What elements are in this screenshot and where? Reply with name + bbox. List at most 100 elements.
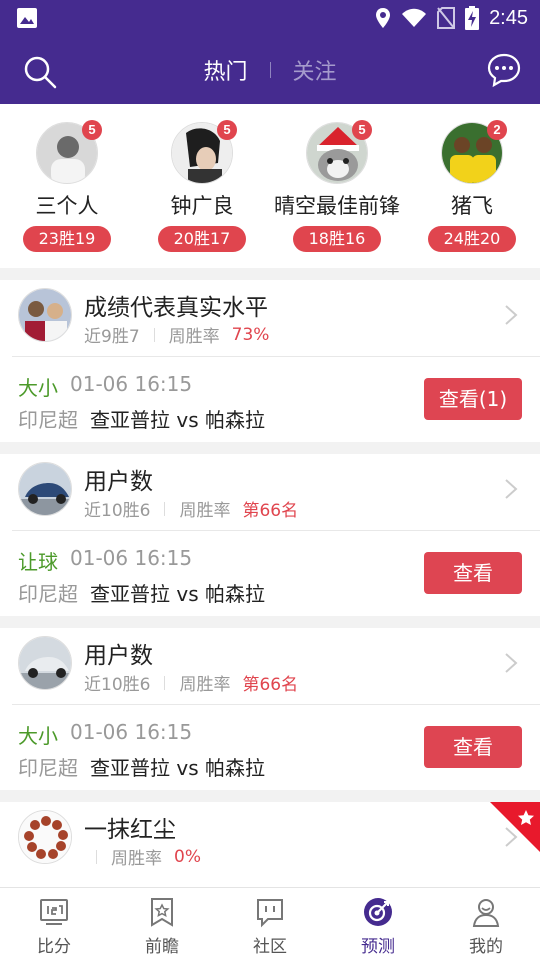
rate-value: 0%: [174, 846, 201, 867]
expert-name: 晴空最佳前锋: [274, 194, 400, 218]
expert-row[interactable]: 用户数 近10胜6 周胜率 第66名: [0, 454, 540, 530]
nav-label: 预测: [361, 937, 395, 957]
no-sim-icon: [437, 7, 456, 29]
message-icon[interactable]: [486, 52, 522, 88]
expert-name: 钟广良: [170, 194, 234, 218]
expert-name: 成绩代表真实水平: [84, 295, 268, 321]
match-teams: 查亚普拉 vs 帕森拉: [90, 408, 265, 432]
nav-item-predict[interactable]: 预测: [324, 888, 432, 960]
tab-follow[interactable]: 关注: [271, 54, 359, 86]
battery-charging-icon: [465, 6, 480, 30]
view-button[interactable]: 查看(1): [424, 378, 522, 420]
match-teams: 查亚普拉 vs 帕森拉: [90, 582, 265, 606]
expert-name: 一抹红尘: [84, 817, 176, 843]
nav-label: 社区: [253, 937, 287, 957]
user-icon: [472, 899, 500, 927]
recent-record: 近10胜6: [84, 501, 151, 521]
expert-item[interactable]: 5 晴空最佳前锋 18胜16: [272, 120, 402, 252]
match-teams: 查亚普拉 vs 帕森拉: [90, 756, 265, 780]
expert-item[interactable]: 5 钟广良 20胜17: [137, 120, 267, 252]
nav-item-mine[interactable]: 我的: [432, 888, 540, 960]
nav-label: 比分: [37, 937, 71, 957]
expert-row[interactable]: 一抹红尘 周胜率 0%: [0, 802, 540, 878]
avatar: [18, 288, 72, 342]
rate-label: 周胜率: [168, 327, 220, 347]
expert-name: 用户数: [84, 469, 153, 495]
count-badge: 5: [217, 120, 237, 140]
expert-item[interactable]: 5 三个人 23胜19: [2, 120, 132, 252]
expert-name: 猪飞: [451, 194, 493, 218]
expert-record: 23胜19: [23, 226, 111, 252]
view-button[interactable]: 查看: [424, 552, 522, 594]
nav-label: 前瞻: [145, 937, 179, 957]
expert-name: 用户数: [84, 643, 153, 669]
bet-type: 让球: [18, 550, 58, 574]
prediction-card[interactable]: 用户数 近10胜6 周胜率 第66名 让球 01-06 16:15 印尼超 查亚…: [0, 454, 540, 616]
prediction-card[interactable]: 用户数 近10胜6 周胜率 第66名 大小 01-06 16:15 印尼超 查亚…: [0, 628, 540, 790]
wifi-icon: [402, 8, 427, 27]
nav-item-preview[interactable]: 前瞻: [108, 888, 216, 960]
expert-row[interactable]: 成绩代表真实水平 近9胜7 周胜率 73%: [0, 280, 540, 356]
match-time: 01-06 16:15: [70, 546, 193, 570]
target-icon: [364, 898, 392, 926]
expert-stats: 近10胜6 周胜率 第66名: [84, 496, 298, 521]
rate-value: 第66名: [242, 501, 299, 521]
avatar: [18, 462, 72, 516]
chevron-right-icon: [505, 305, 518, 325]
match-time: 01-06 16:15: [70, 720, 193, 744]
rate-label: 周胜率: [111, 849, 162, 869]
expert-record: 24胜20: [428, 226, 516, 252]
count-badge: 2: [487, 120, 507, 140]
expert-row[interactable]: 用户数 近10胜6 周胜率 第66名: [0, 628, 540, 704]
expert-name: 三个人: [35, 194, 99, 218]
expert-stats: 周胜率 0%: [96, 844, 201, 869]
bet-type: 大小: [18, 376, 58, 400]
match-row: 大小 01-06 16:15 印尼超 查亚普拉 vs 帕森拉 查看: [0, 704, 540, 790]
status-time: 2:45: [489, 6, 528, 29]
avatar: 2: [441, 120, 507, 184]
prediction-card[interactable]: 成绩代表真实水平 近9胜7 周胜率 73% 大小 01-06 16:15 印尼超…: [0, 280, 540, 442]
expert-stats: 近9胜7 周胜率 73%: [84, 322, 270, 348]
recent-record: 近10胜6: [84, 675, 151, 695]
top-experts: 5 三个人 23胜19 5 钟广良 20胜17 5 晴空最佳前锋 18胜16 2: [0, 104, 540, 268]
nav-label: 我的: [469, 937, 503, 957]
rate-value: 73%: [231, 324, 270, 345]
count-badge: 5: [82, 120, 102, 140]
bookmark-star-icon: [151, 898, 173, 927]
rate-label: 周胜率: [179, 675, 231, 695]
expert-item[interactable]: 2 猪飞 24胜20: [407, 120, 537, 252]
header-tabs: 热门 关注: [0, 36, 540, 104]
avatar: 5: [171, 120, 237, 184]
location-icon: [376, 8, 391, 28]
match-time: 01-06 16:15: [70, 372, 193, 396]
match-row: 让球 01-06 16:15 印尼超 查亚普拉 vs 帕森拉 查看: [0, 530, 540, 616]
prediction-card[interactable]: 一抹红尘 周胜率 0%: [0, 802, 540, 888]
tab-hot[interactable]: 热门: [181, 54, 269, 86]
expert-stats: 近10胜6 周胜率 第66名: [84, 670, 298, 695]
nav-item-score[interactable]: 比分: [0, 888, 108, 960]
expert-record: 20胜17: [158, 226, 246, 252]
rate-value: 第66名: [242, 675, 299, 695]
chevron-right-icon: [505, 653, 518, 673]
chevron-right-icon: [505, 479, 518, 499]
nav-item-community[interactable]: 社区: [216, 888, 324, 960]
avatar: 5: [36, 120, 102, 184]
league-name: 印尼超: [18, 408, 78, 432]
avatar: [18, 636, 72, 690]
match-row: 大小 01-06 16:15 印尼超 查亚普拉 vs 帕森拉 查看(1): [0, 356, 540, 442]
gallery-icon: [17, 8, 37, 28]
app-header: 热门 关注: [0, 36, 540, 104]
scoreboard-icon: [40, 899, 68, 925]
recent-record: 近9胜7: [84, 327, 140, 347]
expert-record: 18胜16: [293, 226, 381, 252]
status-bar: 2:45: [0, 0, 540, 36]
star-ribbon-icon: [490, 802, 540, 852]
count-badge: 5: [352, 120, 372, 140]
chat-bubble-icon: [257, 899, 283, 928]
bottom-nav: 比分 前瞻 社区 预测 我的: [0, 887, 540, 960]
avatar: 5: [306, 120, 372, 184]
rate-label: 周胜率: [179, 501, 231, 521]
league-name: 印尼超: [18, 582, 78, 606]
bet-type: 大小: [18, 724, 58, 748]
view-button[interactable]: 查看: [424, 726, 522, 768]
